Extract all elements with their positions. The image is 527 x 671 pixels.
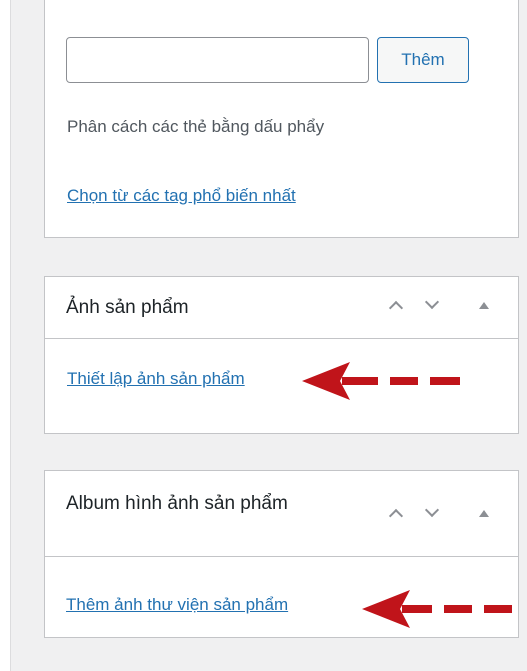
- product-gallery-header: Album hình ảnh sản phẩm: [45, 471, 518, 557]
- red-arrow-icon: [362, 590, 512, 628]
- chevron-up-icon[interactable]: [380, 289, 412, 321]
- tag-separator-help: Phân cách các thẻ bằng dấu phẩy: [67, 117, 325, 136]
- red-arrow-icon: [302, 362, 460, 400]
- product-image-box: Ảnh sản phẩm Thiết lập ảnh sản phẩm: [44, 276, 519, 434]
- product-gallery-controls: [378, 497, 518, 537]
- wp-sidebar-metaboxes: Thêm Phân cách các thẻ bằng dấu phẩy Chọ…: [0, 0, 527, 671]
- chevron-down-icon[interactable]: [416, 289, 448, 321]
- add-tag-button[interactable]: Thêm: [377, 37, 469, 83]
- chevron-up-icon[interactable]: [380, 497, 412, 529]
- toggle-panel-icon[interactable]: [468, 497, 500, 529]
- product-tags-box: Thêm Phân cách các thẻ bằng dấu phẩy Chọ…: [44, 0, 519, 238]
- product-image-controls: [378, 289, 518, 329]
- toggle-panel-icon[interactable]: [468, 289, 500, 321]
- product-image-header: Ảnh sản phẩm: [45, 277, 518, 339]
- product-gallery-title: Album hình ảnh sản phẩm: [66, 493, 288, 514]
- set-product-image-link[interactable]: Thiết lập ảnh sản phẩm: [67, 369, 245, 389]
- add-gallery-images-link[interactable]: Thêm ảnh thư viện sản phẩm: [66, 595, 288, 615]
- chevron-down-icon[interactable]: [416, 497, 448, 529]
- popular-tags-link[interactable]: Chọn từ các tag phổ biến nhất: [67, 186, 296, 206]
- editor-edge: [0, 0, 11, 671]
- product-image-title: Ảnh sản phẩm: [66, 297, 189, 318]
- new-tag-input[interactable]: [66, 37, 369, 83]
